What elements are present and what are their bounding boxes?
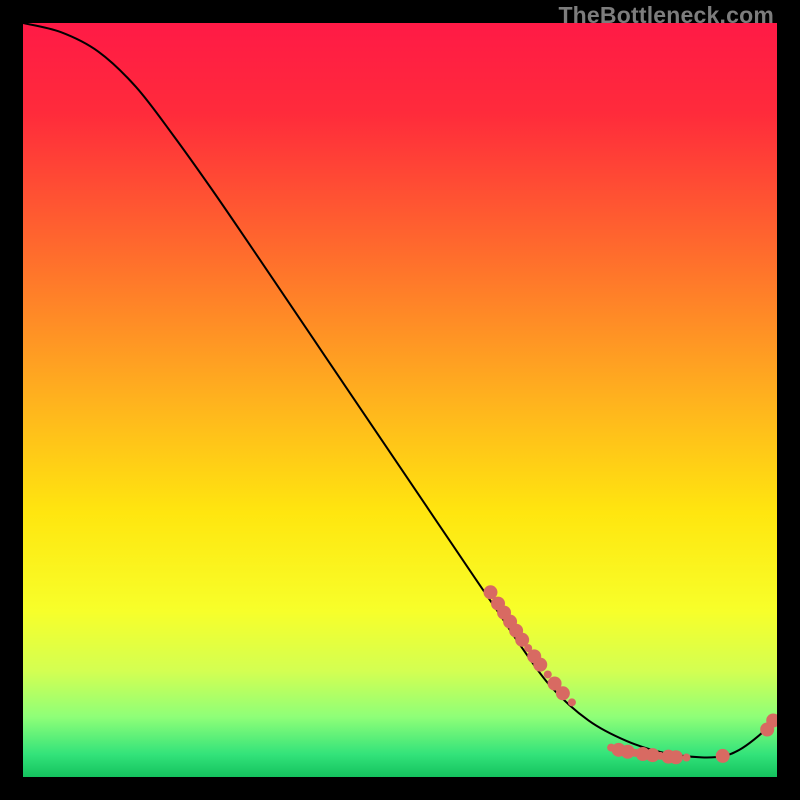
marker-dot: [556, 686, 570, 700]
gradient-background: [23, 23, 777, 777]
chart-container: TheBottleneck.com: [0, 0, 800, 800]
marker-dot: [669, 750, 683, 764]
marker-dot: [544, 670, 552, 678]
marker-dot: [683, 754, 691, 762]
chart-svg: [23, 23, 777, 777]
marker-dot: [716, 749, 730, 763]
plot-area: [23, 23, 777, 777]
marker-dot: [568, 698, 576, 706]
marker-dot: [533, 658, 547, 672]
